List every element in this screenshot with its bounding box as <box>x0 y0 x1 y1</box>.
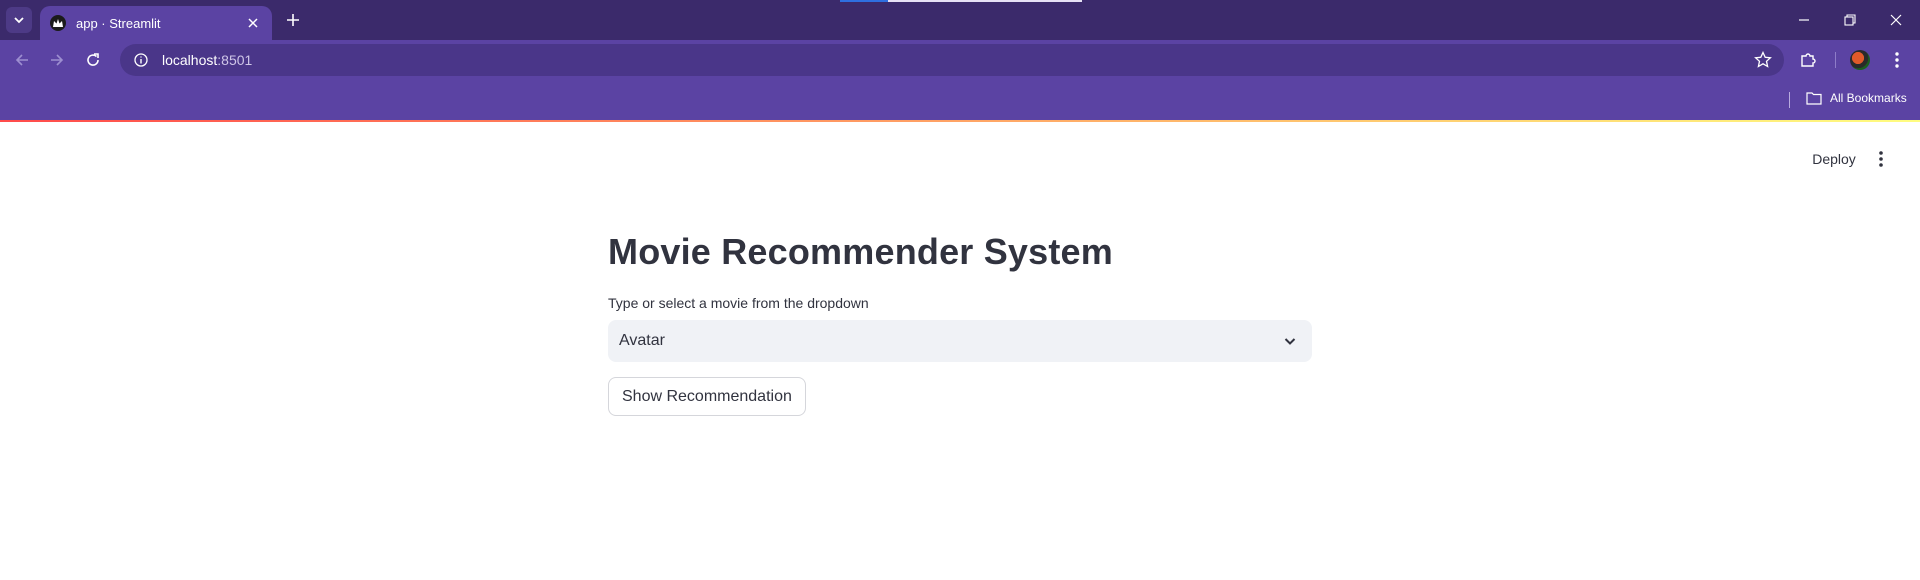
address-bar[interactable]: localhost:8501 <box>120 44 1784 76</box>
profile-avatar[interactable] <box>1850 50 1870 70</box>
reload-button[interactable] <box>79 46 107 74</box>
all-bookmarks-button[interactable]: All Bookmarks <box>1806 91 1907 105</box>
page-title: Movie Recommender System <box>608 231 1113 272</box>
extensions-button[interactable] <box>1798 50 1818 70</box>
browser-menu-button[interactable] <box>1887 50 1907 70</box>
close-icon <box>1890 14 1902 26</box>
minimize-button[interactable] <box>1781 0 1827 40</box>
plus-icon <box>287 14 299 26</box>
window-close-button[interactable] <box>1873 0 1919 40</box>
app-page: Deploy Movie Recommender System Type or … <box>0 122 1920 580</box>
new-tab-button[interactable] <box>280 7 306 33</box>
arrow-left-icon <box>15 54 28 66</box>
minimize-icon <box>1799 19 1809 21</box>
movie-select[interactable]: Avatar <box>608 320 1312 362</box>
deploy-button[interactable]: Deploy <box>1800 146 1868 172</box>
tab-title: app · Streamlit <box>76 15 161 31</box>
address-port: :8501 <box>217 52 253 68</box>
restore-button[interactable] <box>1827 0 1873 40</box>
movie-select-value: Avatar <box>619 332 665 349</box>
puzzle-icon <box>1801 53 1816 67</box>
tab-search-button[interactable] <box>6 7 32 33</box>
folder-icon <box>1806 92 1822 105</box>
back-button[interactable] <box>8 46 36 74</box>
chevron-down-icon[interactable] <box>1282 333 1298 349</box>
bookmarks-divider <box>1789 92 1790 108</box>
forward-button[interactable] <box>43 46 71 74</box>
tab-close-button[interactable] <box>244 14 262 32</box>
site-info-icon[interactable] <box>132 51 150 69</box>
bookmark-star-icon[interactable] <box>1754 51 1772 69</box>
browser-toolbar: localhost:8501 <box>0 40 1920 80</box>
toolbar-divider <box>1835 52 1836 68</box>
streamlit-crown-icon <box>50 15 66 31</box>
restore-icon <box>1844 14 1856 26</box>
movie-select-label: Type or select a movie from the dropdown <box>608 295 869 311</box>
kebab-menu-icon <box>1879 151 1883 167</box>
tab-strip-accent <box>840 0 888 2</box>
show-recommendation-button[interactable]: Show Recommendation <box>608 377 806 416</box>
address-host: localhost <box>162 52 218 68</box>
browser-tab-strip: app · Streamlit <box>0 0 1920 40</box>
bookmarks-bar: All Bookmarks <box>0 80 1920 120</box>
tab-strip-accent <box>888 0 1082 2</box>
app-menu-button[interactable] <box>1872 145 1890 173</box>
reload-icon <box>87 53 99 66</box>
chevron-down-icon <box>14 17 24 24</box>
all-bookmarks-label: All Bookmarks <box>1830 91 1907 105</box>
browser-tab-active[interactable]: app · Streamlit <box>40 6 272 40</box>
close-icon <box>248 18 258 28</box>
kebab-menu-icon <box>1895 52 1899 68</box>
arrow-right-icon <box>51 54 64 66</box>
